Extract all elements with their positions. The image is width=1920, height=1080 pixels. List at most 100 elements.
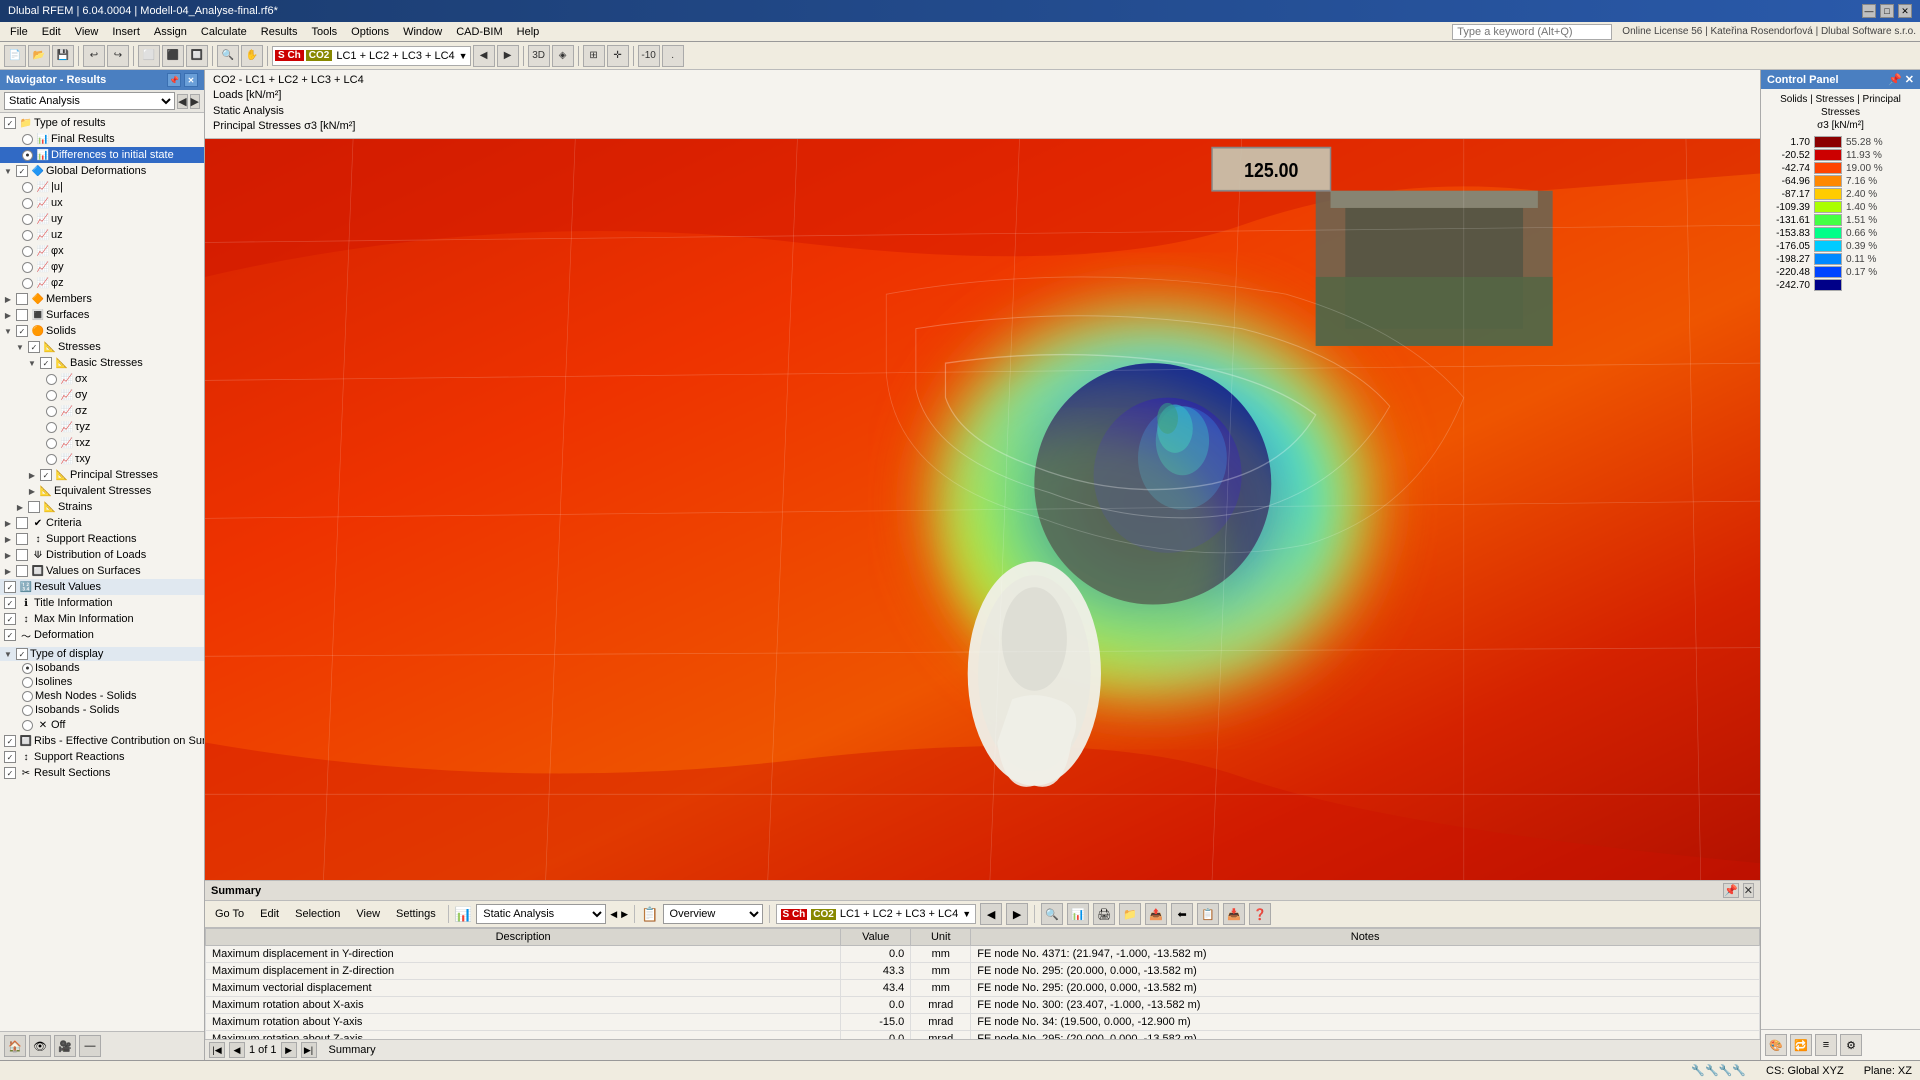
exp-global-deformations[interactable]: ▼: [2, 165, 14, 177]
cb-values-on-surfaces[interactable]: [16, 565, 28, 577]
nav-btn-model[interactable]: 🏠: [4, 1035, 26, 1057]
cb-type-of-results[interactable]: [4, 117, 16, 129]
menu-cadbim[interactable]: CAD-BIM: [450, 24, 508, 40]
menu-results[interactable]: Results: [255, 24, 304, 40]
sum-btn5[interactable]: 📤: [1145, 903, 1167, 925]
tree-node-members[interactable]: ▶ 🔶 Members: [0, 291, 204, 307]
radio-ux[interactable]: [22, 198, 33, 209]
cb-solids[interactable]: [16, 325, 28, 337]
cb-principal-stresses[interactable]: [40, 469, 52, 481]
tree-node-maxmin-information[interactable]: ↕ Max Min Information: [0, 611, 204, 627]
tree-node-differences[interactable]: 📊 Differences to initial state: [0, 147, 204, 163]
sum-btn3[interactable]: 🖨: [1093, 903, 1115, 925]
sum-combo-prev[interactable]: ◀: [610, 909, 617, 920]
radio-phiz[interactable]: [22, 278, 33, 289]
rp-btn4[interactable]: ⚙: [1840, 1034, 1862, 1056]
summary-tab-goto[interactable]: Go To: [209, 907, 250, 921]
cb-maxmin-information[interactable]: [4, 613, 16, 625]
radio-phiy[interactable]: [22, 262, 33, 273]
viewport-canvas[interactable]: 125.00 max σ3: 1.70 | min σ3 : -242.70 k…: [205, 139, 1760, 880]
tree-node-equivalent-stresses[interactable]: ▶ 📐 Equivalent Stresses: [0, 483, 204, 499]
tree-node-strains[interactable]: ▶ 📐 Strains: [0, 499, 204, 515]
radio-isolines[interactable]: [22, 677, 33, 688]
tree-node-u[interactable]: 📈 |u|: [0, 179, 204, 195]
cp-close[interactable]: ✕: [1905, 73, 1914, 86]
nav-next[interactable]: ▶: [190, 94, 200, 109]
summary-lc-combo[interactable]: S Ch CO2 LC1 + LC2 + LC3 + LC4 ▼: [776, 904, 977, 924]
num-down[interactable]: -10: [638, 45, 660, 67]
exp-basic-stresses[interactable]: ▼: [26, 357, 38, 369]
cb-support-reactions[interactable]: [16, 533, 28, 545]
tree-node-sx[interactable]: 📈 σx: [0, 371, 204, 387]
render-btn[interactable]: ◈: [552, 45, 574, 67]
tree-node-uz[interactable]: 📈 uz: [0, 227, 204, 243]
menu-insert[interactable]: Insert: [106, 24, 146, 40]
radio-tyz[interactable]: [46, 422, 57, 433]
tree-node-phiz[interactable]: 📈 φz: [0, 275, 204, 291]
3d-btn[interactable]: 3D: [528, 45, 550, 67]
exp-equivalent-stresses[interactable]: ▶: [26, 485, 38, 497]
radio-sz[interactable]: [46, 406, 57, 417]
nav-pin[interactable]: 📌: [167, 73, 181, 87]
exp-distribution-loads[interactable]: ▶: [2, 549, 14, 561]
menu-calculate[interactable]: Calculate: [195, 24, 253, 40]
tree-node-type-of-results[interactable]: 📁 Type of results: [0, 115, 204, 131]
tree-node-deformation[interactable]: 〜 Deformation: [0, 627, 204, 643]
grid-btn[interactable]: ⊞: [583, 45, 605, 67]
radio-uz[interactable]: [22, 230, 33, 241]
tree-node-support-reactions2[interactable]: ↕ Support Reactions: [0, 749, 204, 765]
cb-stresses[interactable]: [28, 341, 40, 353]
new-btn[interactable]: 📄: [4, 45, 26, 67]
radio-off[interactable]: [22, 720, 33, 731]
tree-node-tyz[interactable]: 📈 τyz: [0, 419, 204, 435]
keyword-search[interactable]: [1452, 24, 1612, 40]
undo-btn[interactable]: ↩: [83, 45, 105, 67]
radio-final-results[interactable]: [22, 134, 33, 145]
save-btn[interactable]: 💾: [52, 45, 74, 67]
sum-btn6[interactable]: ⬅: [1171, 903, 1193, 925]
num-up[interactable]: .: [662, 45, 684, 67]
cb-deformation[interactable]: [4, 629, 16, 641]
exp-criteria[interactable]: ▶: [2, 517, 14, 529]
tree-node-phix[interactable]: 📈 φx: [0, 243, 204, 259]
cb-surfaces[interactable]: [16, 309, 28, 321]
tree-node-off[interactable]: ✕ Off: [0, 717, 204, 733]
tree-node-sz[interactable]: 📈 σz: [0, 403, 204, 419]
radio-differences[interactable]: [22, 150, 33, 161]
tree-node-solids[interactable]: ▼ 🟠 Solids: [0, 323, 204, 339]
tree-node-phiy[interactable]: 📈 φy: [0, 259, 204, 275]
tree-node-txy[interactable]: 📈 τxy: [0, 451, 204, 467]
sum-btn7[interactable]: 📋: [1197, 903, 1219, 925]
radio-sx[interactable]: [46, 374, 57, 385]
menu-file[interactable]: File: [4, 24, 34, 40]
tree-node-criteria[interactable]: ▶ ✔ Criteria: [0, 515, 204, 531]
menu-help[interactable]: Help: [511, 24, 546, 40]
cb-ribs[interactable]: [4, 735, 16, 747]
summary-tab-view[interactable]: View: [350, 907, 386, 921]
cb-result-sections[interactable]: [4, 767, 16, 779]
exp-stresses[interactable]: ▼: [14, 341, 26, 353]
exp-support-reactions[interactable]: ▶: [2, 533, 14, 545]
radio-mesh-nodes-solids[interactable]: [22, 691, 33, 702]
table-row[interactable]: Maximum rotation about Z-axis 0.0 mrad F…: [206, 1031, 1760, 1040]
open-btn[interactable]: 📂: [28, 45, 50, 67]
prev-lc[interactable]: ◀: [473, 45, 495, 67]
summary-pin[interactable]: 📌: [1723, 883, 1739, 898]
menu-tools[interactable]: Tools: [305, 24, 343, 40]
tree-node-title-information[interactable]: ℹ Title Information: [0, 595, 204, 611]
sum-btn4[interactable]: 📁: [1119, 903, 1141, 925]
sum-btn1[interactable]: 🔍: [1041, 903, 1063, 925]
view-btn2[interactable]: ⬛: [162, 45, 184, 67]
cb-global-deformations[interactable]: [16, 165, 28, 177]
radio-txz[interactable]: [46, 438, 57, 449]
tree-node-isolines[interactable]: Isolines: [0, 675, 204, 689]
tree-node-isobands-solids[interactable]: Isobands - Solids: [0, 703, 204, 717]
maximize-button[interactable]: □: [1880, 4, 1894, 18]
summary-tab-edit[interactable]: Edit: [254, 907, 285, 921]
sum-next[interactable]: ▶: [281, 1042, 297, 1058]
cb-distribution-loads[interactable]: [16, 549, 28, 561]
tree-node-distribution-loads[interactable]: ▶ ⟱ Distribution of Loads: [0, 547, 204, 563]
radio-isobands[interactable]: [22, 663, 33, 674]
radio-phix[interactable]: [22, 246, 33, 257]
sum-btn9[interactable]: ❓: [1249, 903, 1271, 925]
